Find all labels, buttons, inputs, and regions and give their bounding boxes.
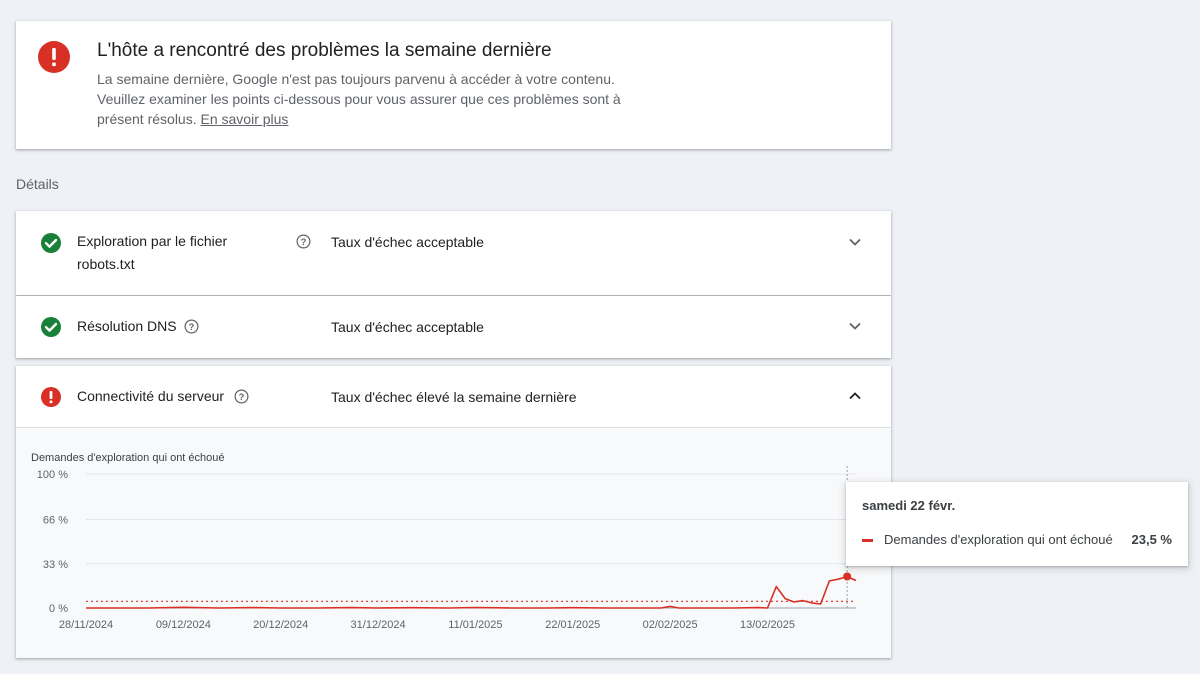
row-server-connectivity[interactable]: Connectivité du serveur ? Taux d'échec é… bbox=[16, 366, 891, 658]
help-icon[interactable]: ? bbox=[296, 234, 311, 249]
highlight-point bbox=[843, 572, 852, 581]
y-tick-label: 0 % bbox=[49, 603, 68, 615]
row-name: Résolution DNS bbox=[77, 318, 177, 334]
row-status: Taux d'échec acceptable bbox=[331, 319, 484, 335]
row-name: Exploration par le fichier robots.txt bbox=[77, 230, 227, 276]
x-tick-label: 09/12/2024 bbox=[156, 619, 211, 631]
help-icon[interactable]: ? bbox=[184, 319, 199, 334]
learn-more-link[interactable]: En savoir plus bbox=[201, 111, 289, 127]
series-line bbox=[86, 575, 857, 609]
y-tick-label: 66 % bbox=[43, 515, 68, 527]
chevron-down-icon[interactable] bbox=[847, 318, 863, 334]
chevron-up-icon[interactable] bbox=[847, 388, 863, 404]
chart-tooltip: samedi 22 févr. Demandes d'exploration q… bbox=[846, 482, 1188, 566]
tooltip-series-swatch bbox=[862, 539, 873, 542]
x-tick-label: 22/01/2025 bbox=[545, 619, 600, 631]
tooltip-date: samedi 22 févr. bbox=[862, 498, 956, 513]
x-tick-label: 28/11/2024 bbox=[59, 619, 113, 631]
row-name-line2: robots.txt bbox=[77, 256, 135, 272]
tooltip-value: 23,5 % bbox=[1131, 532, 1172, 547]
check-circle-icon bbox=[41, 233, 61, 253]
x-tick-label: 20/12/2024 bbox=[253, 619, 308, 631]
error-icon bbox=[41, 387, 61, 407]
alert-text: La semaine dernière, Google n'est pas to… bbox=[97, 71, 621, 127]
alert-description: La semaine dernière, Google n'est pas to… bbox=[97, 69, 657, 129]
row-status: Taux d'échec élevé la semaine dernière bbox=[331, 389, 577, 405]
x-tick-label: 31/12/2024 bbox=[351, 619, 406, 631]
x-tick-label: 11/01/2025 bbox=[448, 619, 502, 631]
y-tick-label: 33 % bbox=[43, 559, 68, 571]
x-tick-label: 02/02/2025 bbox=[643, 619, 698, 631]
x-tick-label: 13/02/2025 bbox=[740, 619, 795, 631]
error-icon bbox=[38, 41, 70, 73]
alert-title: L'hôte a rencontré des problèmes la sema… bbox=[97, 40, 552, 61]
tooltip-series-name: Demandes d'exploration qui ont échoué bbox=[884, 532, 1113, 547]
row-status: Taux d'échec acceptable bbox=[331, 234, 484, 250]
row-name-line1: Exploration par le fichier bbox=[77, 233, 228, 249]
svg-text:?: ? bbox=[189, 322, 195, 332]
help-icon[interactable]: ? bbox=[234, 389, 249, 404]
chevron-down-icon[interactable] bbox=[847, 234, 863, 250]
row-dns-resolution[interactable]: Résolution DNS ? Taux d'échec acceptable bbox=[16, 296, 891, 358]
check-circle-icon bbox=[41, 317, 61, 337]
row-robots-txt[interactable]: Exploration par le fichier robots.txt ? … bbox=[16, 211, 891, 295]
y-tick-label: 100 % bbox=[37, 469, 68, 481]
host-problems-alert: L'hôte a rencontré des problèmes la sema… bbox=[16, 21, 891, 149]
svg-text:?: ? bbox=[301, 237, 307, 247]
svg-text:?: ? bbox=[239, 392, 245, 402]
row-name: Connectivité du serveur bbox=[77, 388, 225, 404]
details-label: Détails bbox=[16, 176, 59, 192]
failed-requests-chart[interactable]: 100 % 66 % 33 % 0 % 28/11/2024 09/12/2024 20/1… bbox=[16, 462, 891, 658]
